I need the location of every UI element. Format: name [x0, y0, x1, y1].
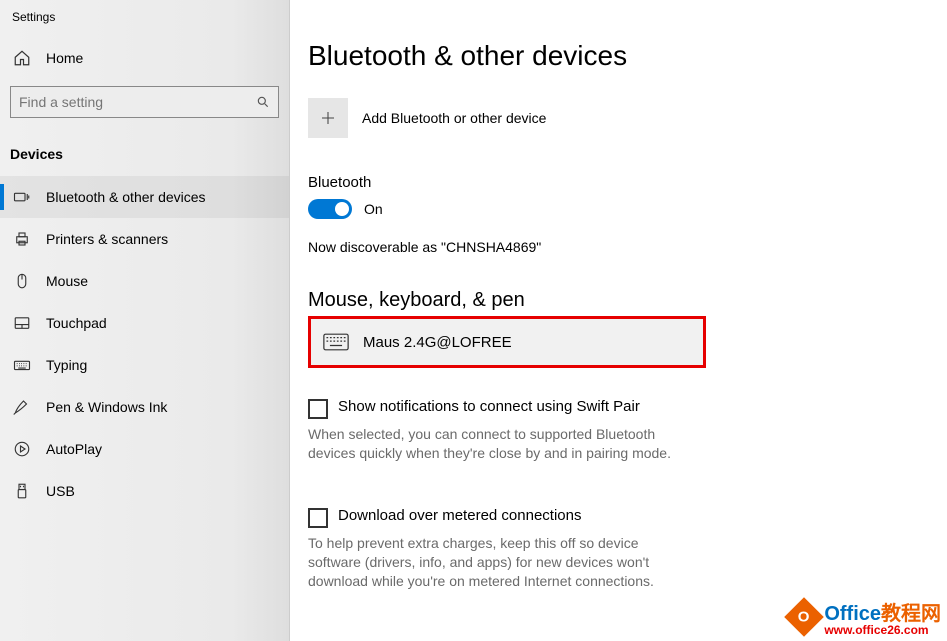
watermark-logo: O: [785, 597, 825, 637]
sidebar-item-label: AutoPlay: [46, 441, 102, 457]
sidebar-item-pen[interactable]: Pen & Windows Ink: [0, 386, 289, 428]
bluetooth-toggle[interactable]: [308, 199, 352, 219]
app-title: Settings: [0, 6, 289, 38]
device-name: Maus 2.4G@LOFREE: [363, 334, 512, 351]
add-device-label: Add Bluetooth or other device: [362, 110, 546, 126]
metered-hint: To help prevent extra charges, keep this…: [308, 534, 688, 591]
main-content: Bluetooth & other devices Add Bluetooth …: [290, 0, 947, 641]
sidebar-item-usb[interactable]: USB: [0, 470, 289, 512]
watermark: O Office教程网 www.office26.com: [790, 603, 941, 637]
sidebar-item-printers[interactable]: Printers & scanners: [0, 218, 289, 260]
touchpad-icon: [12, 313, 32, 333]
device-group-title: Mouse, keyboard, & pen: [308, 289, 929, 312]
metered-label: Download over metered connections: [338, 507, 581, 524]
pen-icon: [12, 397, 32, 417]
page-title: Bluetooth & other devices: [308, 40, 929, 72]
keyboard-icon: [12, 355, 32, 375]
home-icon: [12, 48, 32, 68]
search-icon: [256, 95, 270, 109]
sidebar-item-label: Bluetooth & other devices: [46, 189, 206, 205]
sidebar-item-typing[interactable]: Typing: [0, 344, 289, 386]
discoverable-text: Now discoverable as "CHNSHA4869": [308, 239, 929, 255]
device-item[interactable]: Maus 2.4G@LOFREE: [308, 316, 706, 368]
sidebar-item-label: USB: [46, 483, 75, 499]
swift-pair-checkbox[interactable]: [308, 399, 328, 419]
bluetooth-label: Bluetooth: [308, 174, 929, 191]
search-input[interactable]: [19, 94, 256, 110]
sidebar-nav: Bluetooth & other devices Printers & sca…: [0, 176, 289, 512]
watermark-brand: Office教程网: [824, 604, 941, 624]
bluetooth-icon: [12, 187, 32, 207]
keyboard-device-icon: [323, 333, 349, 351]
sidebar-item-touchpad[interactable]: Touchpad: [0, 302, 289, 344]
autoplay-icon: [12, 439, 32, 459]
home-link[interactable]: Home: [0, 38, 289, 82]
sidebar-item-autoplay[interactable]: AutoPlay: [0, 428, 289, 470]
add-button[interactable]: [308, 98, 348, 138]
sidebar-item-label: Typing: [46, 357, 87, 373]
swift-pair-label: Show notifications to connect using Swif…: [338, 398, 640, 415]
search-box[interactable]: [10, 86, 279, 118]
sidebar-item-label: Mouse: [46, 273, 88, 289]
usb-icon: [12, 481, 32, 501]
plus-icon: [319, 109, 337, 127]
watermark-url: www.office26.com: [824, 624, 941, 636]
sidebar-item-bluetooth[interactable]: Bluetooth & other devices: [0, 176, 289, 218]
sidebar-item-mouse[interactable]: Mouse: [0, 260, 289, 302]
sidebar-item-label: Printers & scanners: [46, 231, 168, 247]
sidebar-item-label: Touchpad: [46, 315, 107, 331]
home-label: Home: [46, 50, 83, 66]
bluetooth-state: On: [364, 201, 383, 217]
mouse-icon: [12, 271, 32, 291]
swift-pair-hint: When selected, you can connect to suppor…: [308, 425, 688, 463]
add-device-row[interactable]: Add Bluetooth or other device: [308, 98, 929, 138]
metered-checkbox[interactable]: [308, 508, 328, 528]
sidebar: Settings Home Devices Bluetooth & other …: [0, 0, 290, 641]
section-header: Devices: [0, 138, 289, 176]
sidebar-item-label: Pen & Windows Ink: [46, 399, 167, 415]
printer-icon: [12, 229, 32, 249]
